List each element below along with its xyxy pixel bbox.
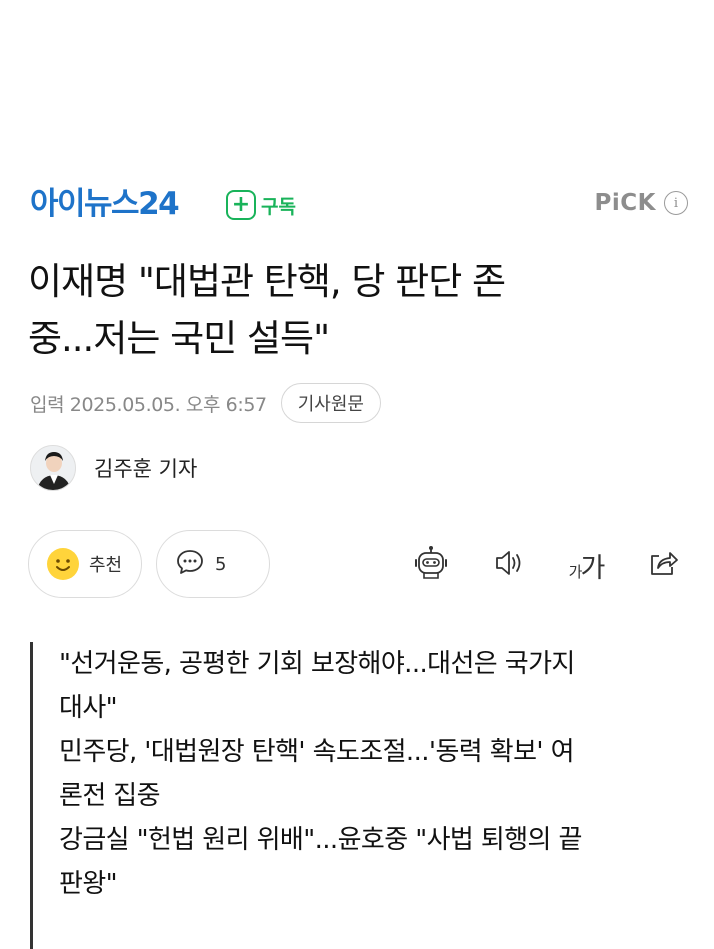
comment-button[interactable]: 5	[156, 530, 270, 598]
publish-date: 입력 2025.05.05. 오후 6:57	[30, 393, 267, 416]
pick-label: PiCK	[594, 190, 656, 216]
article-title: 이재명 "대법관 탄핵, 당 판단 존 중...저는 국민 설득"	[28, 253, 668, 367]
font-size-button[interactable]: 가가	[562, 544, 610, 586]
subscribe-button[interactable]: + 구독	[226, 189, 296, 221]
plus-icon: +	[226, 190, 256, 220]
summary-line: 론전 집중	[59, 781, 161, 811]
speaker-icon	[491, 545, 527, 585]
robot-icon	[412, 544, 450, 586]
article-action-bar: 추천 5 가가	[28, 530, 688, 598]
summary-line: "선거운동, 공평한 기회 보장해야...대선은 국가지	[59, 649, 575, 679]
press-header: 아이뉴스24 + 구독 PiCK i	[30, 182, 690, 228]
font-size-icon: 가가	[568, 552, 606, 584]
author-avatar	[30, 445, 76, 491]
original-article-button[interactable]: 기사원문	[280, 383, 381, 423]
article-title-line-1: 이재명 "대법관 탄핵, 당 판단 존	[28, 260, 506, 303]
recommend-label: 추천	[89, 555, 123, 576]
author-name: 김주훈 기자	[94, 457, 198, 481]
article-title-line-2: 중...저는 국민 설득"	[28, 317, 330, 360]
pick-badge[interactable]: PiCK i	[595, 190, 688, 216]
speech-bubble-icon	[175, 547, 205, 581]
summary-button[interactable]	[410, 544, 452, 586]
tts-button[interactable]	[488, 544, 530, 586]
summary-line: 판왕"	[59, 869, 118, 899]
share-icon	[645, 545, 681, 585]
info-icon[interactable]: i	[664, 191, 688, 215]
summary-line: 민주당, '대법원장 탄핵' 속도조절...'동력 확보' 여	[59, 737, 575, 767]
smile-icon	[47, 548, 79, 580]
article-summary: "선거운동, 공평한 기회 보장해야...대선은 국가지 대사" 민주당, '대…	[30, 642, 690, 949]
article-meta: 입력 2025.05.05. 오후 6:57 기사원문	[30, 383, 381, 423]
subscribe-label: 구독	[261, 195, 296, 218]
author-byline[interactable]: 김주훈 기자	[30, 444, 197, 492]
share-button[interactable]	[642, 544, 684, 586]
recommend-button[interactable]: 추천	[28, 530, 142, 598]
summary-line: 강금실 "헌법 원리 위배"...윤호중 "사법 퇴행의 끝	[59, 825, 582, 855]
press-logo[interactable]: 아이뉴스24	[30, 184, 180, 224]
summary-line: 대사"	[59, 693, 118, 723]
comment-count: 5	[215, 553, 227, 575]
